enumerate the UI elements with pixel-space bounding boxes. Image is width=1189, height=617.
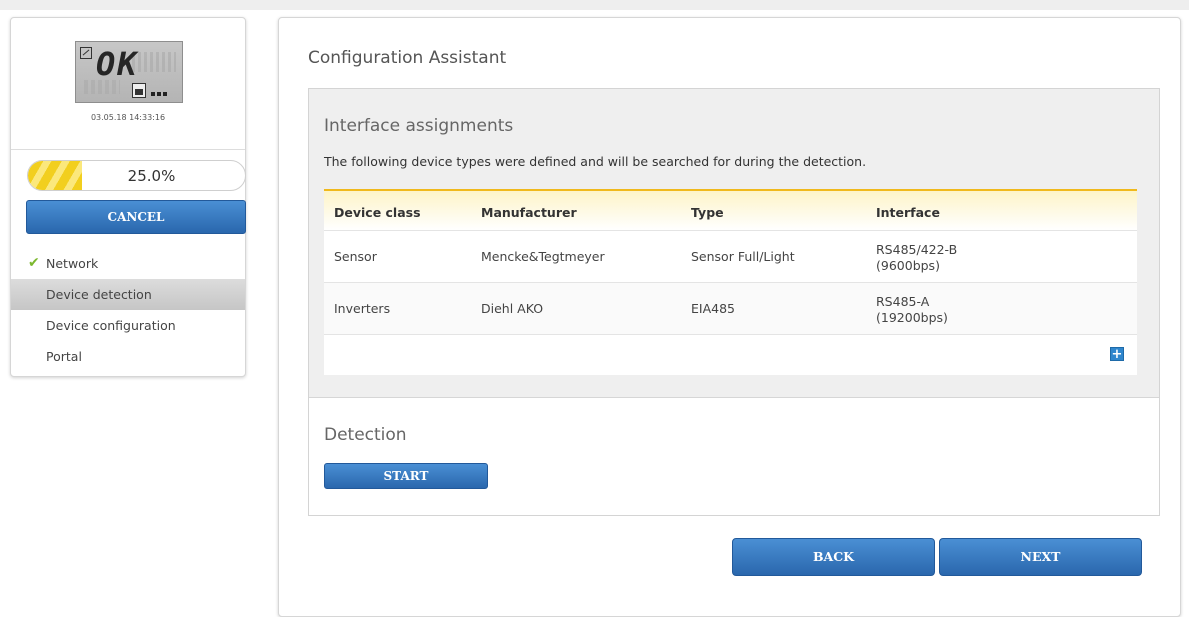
lcd-state-text: OK [96, 45, 139, 83]
cancel-button[interactable]: CANCEL [26, 200, 246, 234]
sidebar: OK 03.05.18 14:33:16 25.0% CANCEL ✔ Netw… [10, 17, 246, 377]
step-label: Device configuration [46, 318, 176, 333]
cell-device-class: Sensor [334, 249, 377, 264]
interface-name: RS485-A [876, 294, 930, 309]
step-device-configuration[interactable]: Device configuration [11, 310, 245, 341]
add-device-type-button[interactable]: + [1110, 347, 1124, 361]
main-content: Configuration Assistant Interface assign… [278, 17, 1181, 617]
next-button[interactable]: NEXT [939, 538, 1142, 576]
table-row[interactable]: Sensor Mencke&Tegtmeyer Sensor Full/Ligh… [324, 230, 1137, 282]
interface-assignments-section: Interface assignments The following devi… [309, 89, 1159, 398]
progress-label: 25.0% [127, 167, 176, 185]
step-label: Device detection [46, 287, 152, 302]
step-label: Portal [46, 349, 82, 364]
lcd-dots-icon [151, 92, 167, 96]
device-lcd-display: OK [75, 41, 183, 103]
start-detection-button[interactable]: START [324, 463, 488, 489]
column-header-device-class: Device class [334, 205, 421, 220]
interface-assignments-title: Interface assignments [324, 116, 514, 136]
step-device-detection[interactable]: Device detection [11, 279, 245, 310]
device-types-table: Device class Manufacturer Type Interface… [324, 189, 1137, 375]
column-header-type: Type [691, 205, 724, 220]
checkmark-icon: ✔ [28, 255, 40, 271]
step-portal[interactable]: Portal [11, 341, 245, 372]
interface-baudrate: (9600bps) [876, 258, 940, 273]
cell-type: Sensor Full/Light [691, 249, 795, 264]
cell-device-class: Inverters [334, 301, 391, 316]
interface-baudrate: (19200bps) [876, 310, 948, 325]
top-band [0, 0, 1189, 10]
sidebar-divider [11, 149, 245, 150]
cell-interface: RS485-A (19200bps) [876, 294, 996, 326]
table-footer: + [324, 334, 1137, 375]
page-title: Configuration Assistant [308, 48, 507, 68]
cell-interface: RS485/422-B (9600bps) [876, 242, 996, 274]
back-button[interactable]: BACK [732, 538, 935, 576]
detection-title: Detection [324, 425, 407, 445]
cell-type: EIA485 [691, 301, 735, 316]
cell-manufacturer: Diehl AKO [481, 301, 544, 316]
cell-manufacturer: Mencke&Tegtmeyer [481, 249, 605, 264]
table-row[interactable]: Inverters Diehl AKO EIA485 RS485-A (19200… [324, 282, 1137, 334]
wizard-panel: Interface assignments The following devi… [308, 88, 1160, 516]
column-header-interface: Interface [876, 205, 940, 220]
table-header: Device class Manufacturer Type Interface [324, 189, 1137, 230]
interface-name: RS485/422-B [876, 242, 958, 257]
lcd-battery-icon [132, 83, 146, 98]
wizard-steps-nav: ✔ Network Device detection Device config… [11, 248, 245, 372]
step-network[interactable]: ✔ Network [11, 248, 245, 279]
step-label: Network [46, 256, 99, 271]
lcd-status-icon [80, 47, 92, 59]
column-header-manufacturer: Manufacturer [481, 205, 577, 220]
progress-bar: 25.0% [27, 160, 246, 191]
device-datetime: 03.05.18 14:33:16 [90, 113, 166, 122]
interface-assignments-description: The following device types were defined … [324, 154, 867, 169]
